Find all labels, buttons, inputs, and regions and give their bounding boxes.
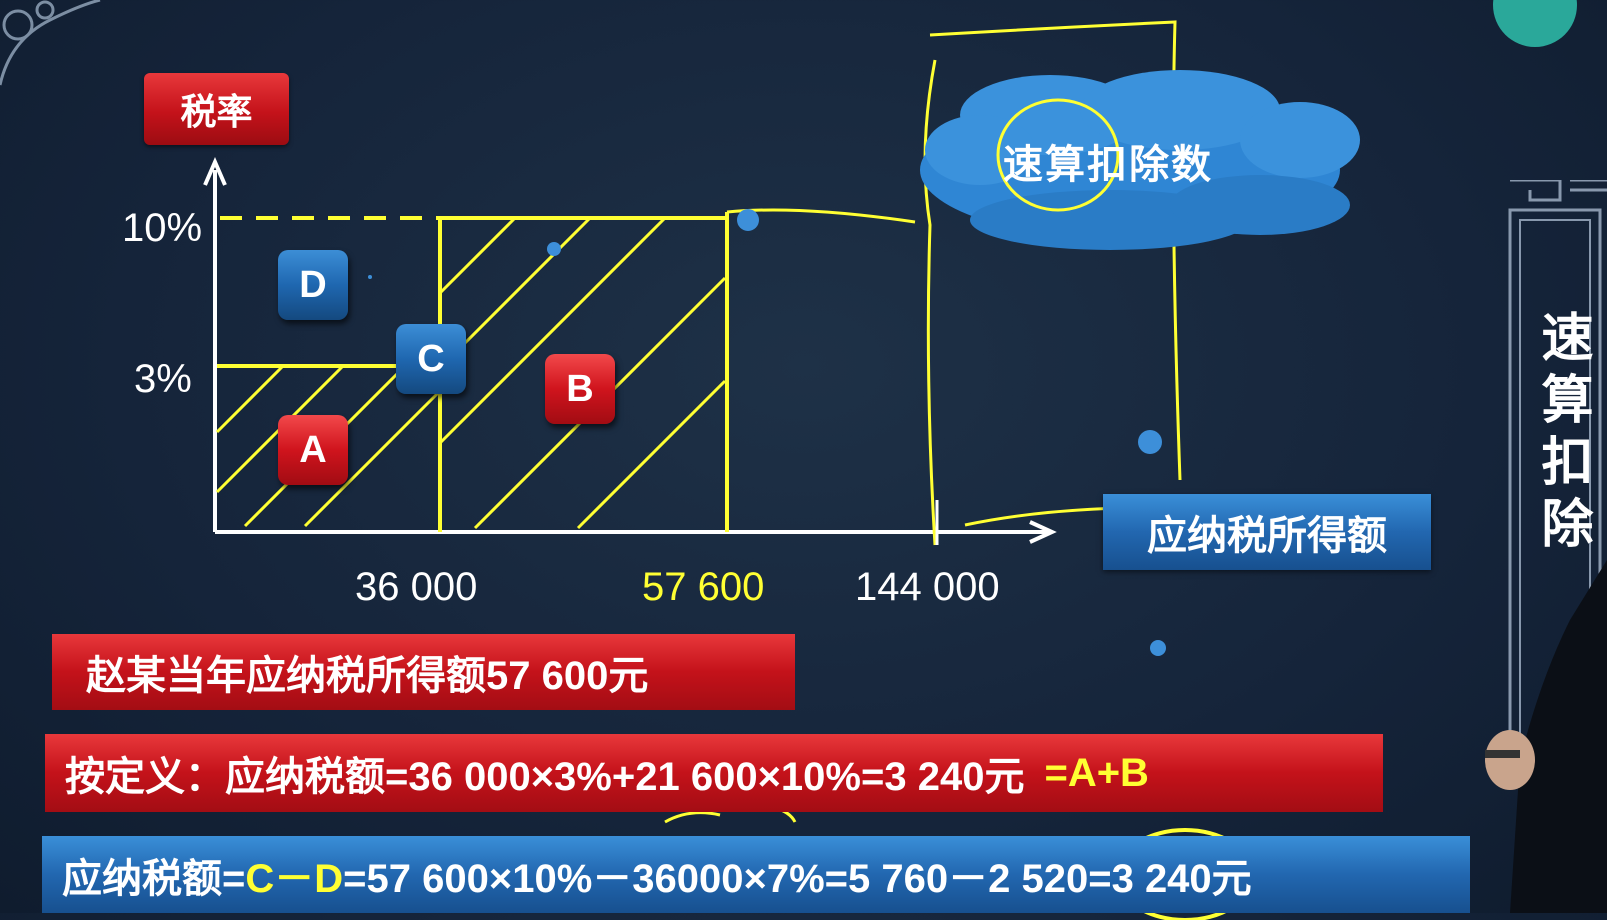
y-tick-3: 3% (134, 357, 192, 401)
banner-income-text: 赵某当年应纳税所得额57 600元 (86, 654, 649, 698)
banner-definition: 按定义：应纳税额=36 000×3%+21 600×10%=3 240元 =A+… (45, 734, 1383, 812)
banner-income: 赵某当年应纳税所得额57 600元 (52, 634, 795, 710)
cloud-label: 速算扣除数 (1003, 141, 1213, 188)
y-tick-10: 10% (122, 206, 203, 250)
banner-formula-text: =57 600×10%－36000×7%=5 760－2 520=3 240元 (343, 856, 1252, 901)
region-a: A (278, 415, 348, 485)
x-tick-36000: 36 000 (355, 565, 478, 609)
region-c: C (396, 324, 466, 394)
x-tick-144000: 144 000 (855, 565, 1000, 609)
region-d: D (278, 250, 348, 320)
x-tick-57600: 57 600 (642, 565, 765, 609)
banner-definition-highlight: =A+B (1044, 750, 1149, 795)
banner-formula-highlight: C－D (245, 856, 344, 901)
banner-definition-text: 按定义：应纳税额=36 000×3%+21 600×10%=3 240元 (65, 755, 1025, 799)
banner-formula-prefix: 应纳税额= (62, 856, 246, 901)
y-axis-title: 税率 (144, 73, 289, 145)
banner-formula: 应纳税额= C－D =57 600×10%－36000×7%=5 760－2 5… (42, 836, 1470, 913)
region-b: B (545, 354, 615, 424)
x-axis-title: 应纳税所得额 (1103, 494, 1431, 570)
